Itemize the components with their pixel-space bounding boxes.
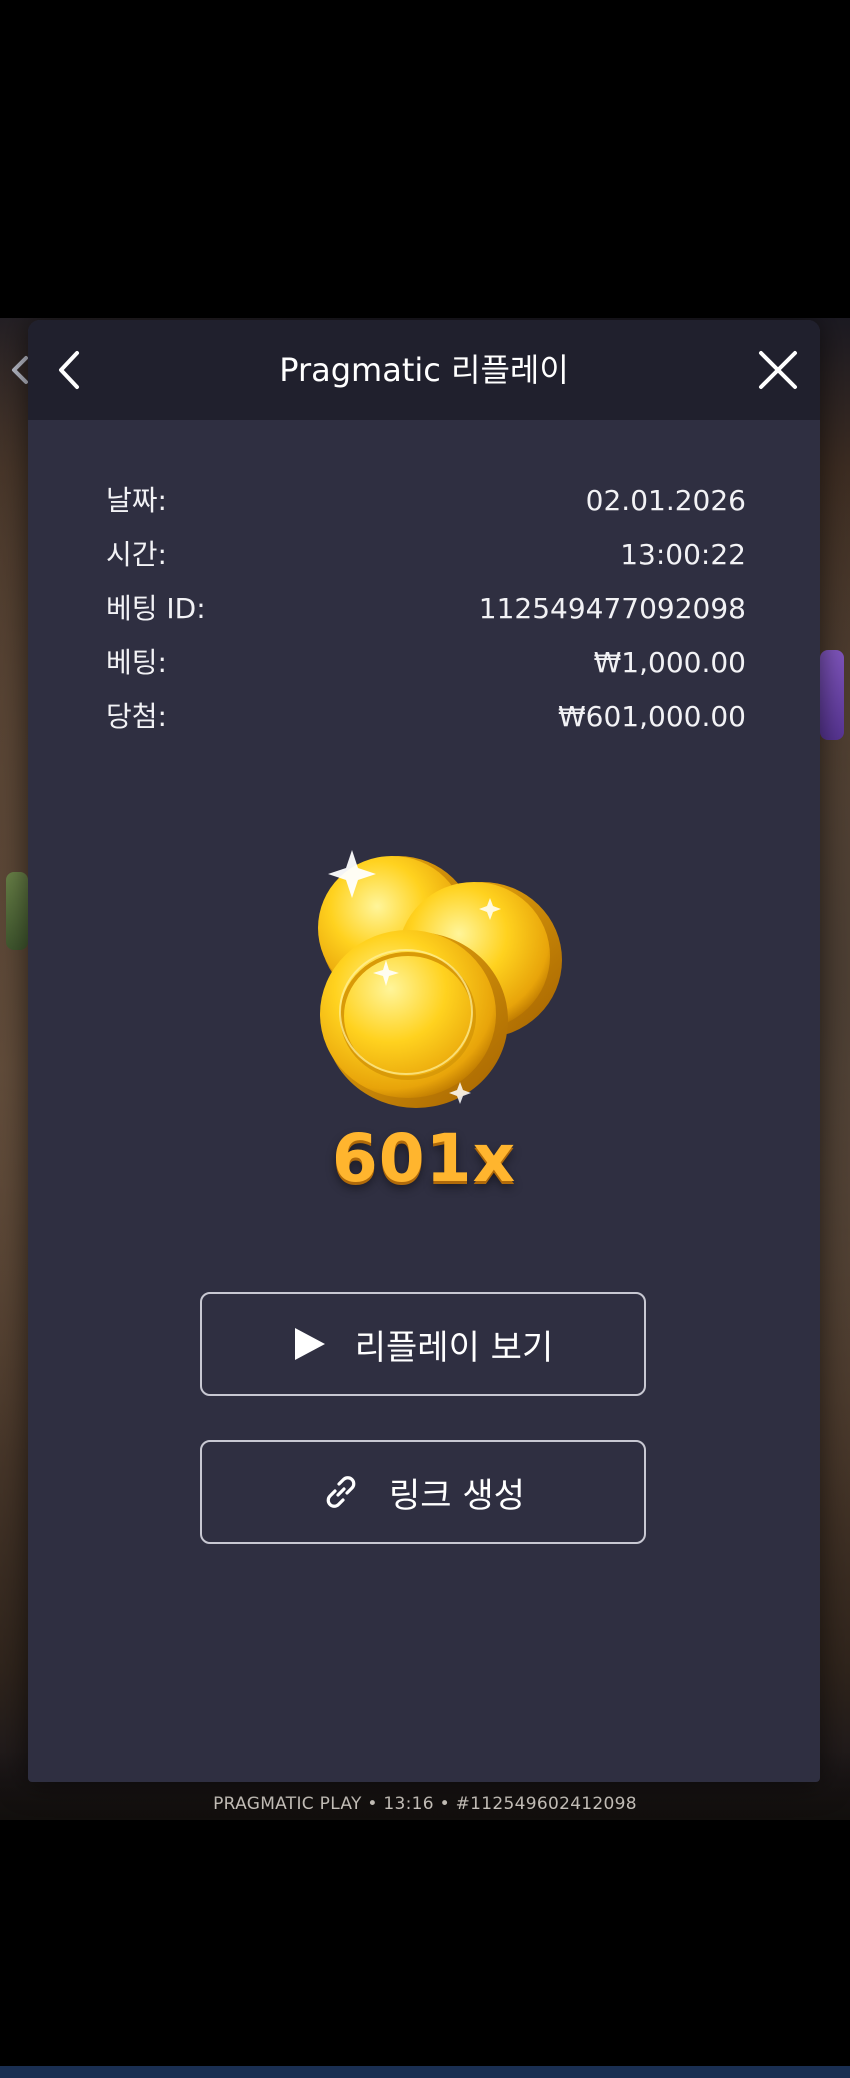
info-row-win: 당첨: ₩601,000.00 xyxy=(106,698,746,752)
info-label: 당첨: xyxy=(106,700,167,733)
info-value: 13:00:22 xyxy=(620,538,746,571)
info-value: 112549477092098 xyxy=(478,592,746,625)
play-icon xyxy=(293,1326,327,1362)
info-value: ₩1,000.00 xyxy=(593,646,746,679)
info-label: 베팅 ID: xyxy=(106,592,206,625)
info-label: 날짜: xyxy=(106,484,167,517)
win-multiplier: 601x xyxy=(331,1120,517,1197)
background-side-tab xyxy=(820,650,844,740)
modal-header: Pragmatic 리플레이 xyxy=(28,320,820,420)
screen: PRAGMATIC PLAY • 13:16 • #11254960241209… xyxy=(0,0,850,2078)
link-icon xyxy=(321,1472,361,1512)
create-link-label: 링크 생성 xyxy=(389,1475,525,1516)
info-value: 02.01.2026 xyxy=(585,484,746,517)
info-row-bet-id: 베팅 ID: 112549477092098 xyxy=(106,590,746,644)
watch-replay-button[interactable]: 리플레이 보기 xyxy=(200,1292,646,1396)
modal-title: Pragmatic 리플레이 xyxy=(279,351,569,389)
background-side-tab xyxy=(6,872,28,950)
info-label: 베팅: xyxy=(106,646,167,679)
watch-replay-label: 리플레이 보기 xyxy=(354,1327,554,1368)
replay-modal: Pragmatic 리플레이 날짜: 02.01.2026 시간: 13:00:… xyxy=(28,320,820,1782)
create-link-button[interactable]: 링크 생성 xyxy=(200,1440,646,1544)
bottom-edge xyxy=(0,2066,850,2078)
info-value: ₩601,000.00 xyxy=(557,700,746,733)
chevron-left-icon xyxy=(59,351,79,389)
back-button[interactable] xyxy=(42,342,98,398)
close-button[interactable] xyxy=(750,342,806,398)
close-icon xyxy=(759,351,797,389)
info-label: 시간: xyxy=(106,538,167,571)
background-footer-text: PRAGMATIC PLAY • 13:16 • #11254960241209… xyxy=(213,1794,637,1814)
info-row-time: 시간: 13:00:22 xyxy=(106,536,746,590)
bet-info-table: 날짜: 02.01.2026 시간: 13:00:22 베팅 ID: 11254… xyxy=(106,482,746,752)
info-row-bet: 베팅: ₩1,000.00 xyxy=(106,644,746,698)
info-row-date: 날짜: 02.01.2026 xyxy=(106,482,746,536)
